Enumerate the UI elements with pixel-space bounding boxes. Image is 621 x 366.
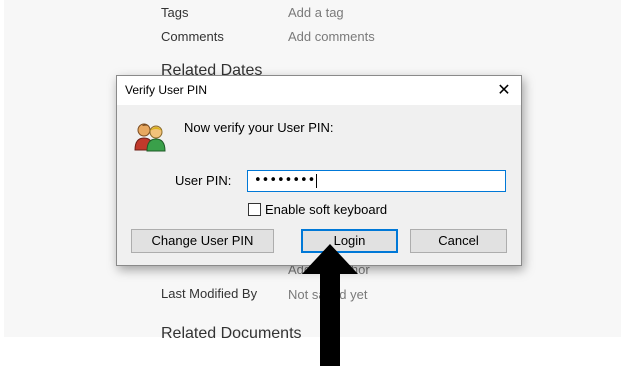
soft-keyboard-label[interactable]: Enable soft keyboard [265,202,387,217]
users-icon [134,123,166,152]
tags-value[interactable]: Add a tag [288,5,344,20]
dialog-title: Verify User PIN [125,83,208,97]
close-icon[interactable]: ✕ [487,76,521,105]
checkbox-box[interactable] [248,203,261,216]
dialog-titlebar[interactable]: Verify User PIN ✕ [117,76,521,105]
tags-label: Tags [161,5,189,20]
change-pin-button[interactable]: Change User PIN [131,229,274,253]
last-modified-label: Last Modified By [161,286,258,301]
cancel-button[interactable]: Cancel [410,229,507,253]
text-caret [316,173,318,188]
comments-label: Comments [161,29,224,44]
arrow-up-icon [302,244,358,366]
pin-input[interactable]: •••••••• [247,170,506,192]
pin-label: User PIN: [175,173,232,188]
soft-keyboard-checkbox[interactable]: Enable soft keyboard [248,202,387,217]
comments-value[interactable]: Add comments [288,29,375,44]
prompt-text: Now verify your User PIN: [184,120,334,135]
related-documents-heading: Related Documents [161,325,302,342]
verify-pin-dialog: Verify User PIN ✕ Now verify your User P… [116,75,522,266]
pin-value: •••••••• [254,173,316,188]
